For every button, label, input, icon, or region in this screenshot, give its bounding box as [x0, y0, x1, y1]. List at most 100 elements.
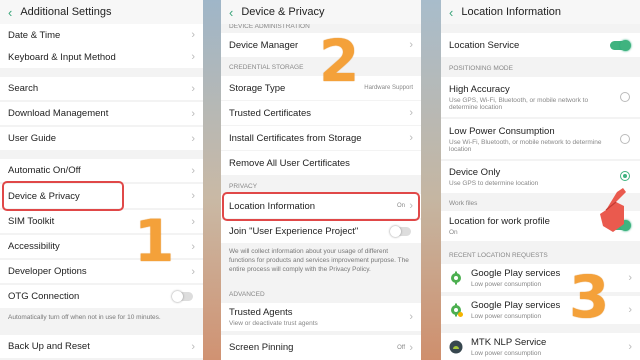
- chevron-right-icon: ›: [191, 215, 195, 228]
- location-service-row[interactable]: Location Service: [441, 33, 640, 57]
- background-strip: [421, 0, 441, 360]
- item-label: Accessibility: [8, 241, 60, 252]
- chevron-right-icon: ›: [191, 164, 195, 177]
- menu-item-keyboard[interactable]: Keyboard & Input Method ›: [0, 46, 203, 68]
- google-play-services-icon: [451, 271, 461, 285]
- otg-toggle[interactable]: [172, 291, 193, 302]
- menu-item-install-certs[interactable]: Install Certificates from Storage ›: [221, 126, 421, 150]
- join-project-toggle[interactable]: [390, 226, 411, 237]
- mode-low-power[interactable]: Low Power Consumption Use Wi-Fi, Bluetoot…: [441, 119, 640, 159]
- menu-item-trusted-certs[interactable]: Trusted Certificates ›: [221, 101, 421, 125]
- chevron-right-icon: ›: [191, 240, 195, 253]
- item-subtitle: Use GPS to determine location: [449, 180, 539, 187]
- page-title: Device & Privacy: [241, 6, 325, 18]
- item-label: OTG Connection: [8, 291, 80, 302]
- item-label: Screen Pinning: [229, 342, 294, 353]
- chevron-right-icon: ›: [191, 51, 195, 63]
- chevron-right-icon: ›: [191, 107, 195, 120]
- item-label: Device Manager: [229, 39, 299, 51]
- chevron-right-icon: ›: [191, 190, 195, 202]
- menu-item-remove-certs[interactable]: Remove All User Certificates: [221, 151, 421, 175]
- pointing-hand-icon: [600, 188, 626, 232]
- chevron-right-icon: ›: [191, 340, 195, 353]
- item-label: Device Only: [449, 167, 501, 178]
- item-label: Trusted Agents: [229, 307, 293, 318]
- otg-note: Automatically turn off when not in use f…: [8, 314, 161, 321]
- item-label: Developer Options: [8, 266, 87, 277]
- chevron-right-icon: ›: [628, 340, 632, 353]
- mode-high-accuracy[interactable]: High Accuracy Use GPS, Wi-Fi, Bluetooth, …: [441, 77, 640, 117]
- chevron-right-icon: ›: [191, 132, 195, 145]
- item-label: Join "User Experience Project": [229, 226, 359, 237]
- app-name: MTK NLP Service: [471, 336, 547, 348]
- chevron-right-icon: ›: [628, 272, 632, 284]
- recent-request-item[interactable]: Google Play services Low power consumptio…: [441, 296, 640, 324]
- header: ‹ Location Information: [441, 0, 640, 24]
- location-service-toggle[interactable]: [610, 39, 631, 51]
- additional-settings-screen: ‹ Additional Settings Date & Time › Keybo…: [0, 0, 203, 360]
- back-arrow-icon[interactable]: ‹: [449, 6, 453, 19]
- location-information-screen: ‹ Location Information Location Service …: [441, 0, 640, 360]
- high-accuracy-radio[interactable]: [620, 92, 630, 102]
- app-name: Google Play services: [471, 300, 561, 311]
- menu-item-trusted-agents[interactable]: Trusted Agents View or deactivate trust a…: [221, 303, 421, 331]
- recent-request-item[interactable]: MTK NLP Service Low power consumption ›: [441, 333, 640, 360]
- item-label: Low Power Consumption: [449, 125, 555, 137]
- item-label: SIM Toolkit: [8, 216, 55, 227]
- chevron-right-icon: ›: [409, 132, 413, 144]
- chevron-right-icon: ›: [191, 29, 195, 41]
- page-title: Location Information: [461, 6, 562, 18]
- back-arrow-icon[interactable]: ‹: [229, 6, 233, 19]
- item-subtitle: On: [449, 229, 458, 236]
- device-only-radio[interactable]: [620, 171, 630, 181]
- storage-type-value: Hardware Support: [364, 85, 413, 91]
- menu-item-screen-pinning[interactable]: Screen Pinning Off ›: [221, 335, 421, 360]
- low-power-radio[interactable]: [620, 134, 630, 144]
- device-privacy-screen: ‹ Device & Privacy DEVICE ADMINISTRATION…: [221, 0, 421, 360]
- item-label: Remove All User Certificates: [229, 157, 350, 169]
- item-subtitle: Use Wi-Fi, Bluetooth, or mobile network …: [449, 138, 602, 153]
- chevron-right-icon: ›: [409, 107, 413, 119]
- item-label: Location Service: [449, 39, 520, 51]
- header: ‹ Additional Settings: [0, 0, 203, 24]
- app-subtitle: Low power consumption: [471, 313, 542, 320]
- section-header: RECENT LOCATION REQUESTS: [449, 252, 548, 259]
- item-label: Location for work profile: [449, 216, 550, 227]
- menu-item-search[interactable]: Search ›: [0, 77, 203, 100]
- menu-item-backup[interactable]: Back Up and Reset ›: [0, 335, 203, 358]
- background-strip: [203, 0, 221, 360]
- page-title: Additional Settings: [20, 6, 112, 18]
- item-label: Install Certificates from Storage: [229, 132, 362, 144]
- app-subtitle: Low power consumption: [471, 349, 542, 357]
- menu-item-join-project[interactable]: Join "User Experience Project": [221, 220, 421, 243]
- chevron-right-icon: ›: [409, 39, 413, 51]
- highlight-box: [2, 181, 124, 211]
- item-label: Download Management: [8, 108, 109, 119]
- header: ‹ Device & Privacy: [221, 0, 421, 24]
- menu-item-guide[interactable]: User Guide ›: [0, 127, 203, 150]
- privacy-note: We will collect information about your u…: [229, 248, 409, 273]
- item-label: Back Up and Reset: [8, 341, 90, 352]
- item-subtitle: View or deactivate trust agents: [229, 320, 318, 327]
- chevron-right-icon: ›: [409, 341, 413, 354]
- item-label: Search: [8, 83, 39, 94]
- menu-item-download[interactable]: Download Management ›: [0, 102, 203, 125]
- section-header: POSITIONING MODE: [449, 65, 513, 72]
- recent-request-item[interactable]: Google Play services Low power consumptio…: [441, 264, 640, 292]
- menu-item-otg[interactable]: OTG Connection: [0, 285, 203, 308]
- menu-item-date-time[interactable]: Date & Time ›: [0, 24, 203, 46]
- step-number: 2: [319, 27, 360, 95]
- step-number: 1: [134, 207, 175, 275]
- menu-item-auto-onoff[interactable]: Automatic On/Off ›: [0, 159, 203, 182]
- item-label: Keyboard & Input Method: [8, 51, 116, 63]
- app-name: Google Play services: [471, 268, 561, 279]
- highlight-box: [222, 192, 420, 221]
- item-label: High Accuracy: [449, 83, 510, 95]
- section-header: ADVANCED: [229, 291, 265, 298]
- item-subtitle: Use GPS, Wi-Fi, Bluetooth, or mobile net…: [449, 96, 589, 111]
- google-play-services-icon: [451, 303, 463, 317]
- item-label: Trusted Certificates: [229, 107, 312, 119]
- item-label: Date & Time: [8, 29, 61, 41]
- back-arrow-icon[interactable]: ‹: [8, 6, 12, 19]
- screen-pinning-value: Off: [397, 344, 405, 351]
